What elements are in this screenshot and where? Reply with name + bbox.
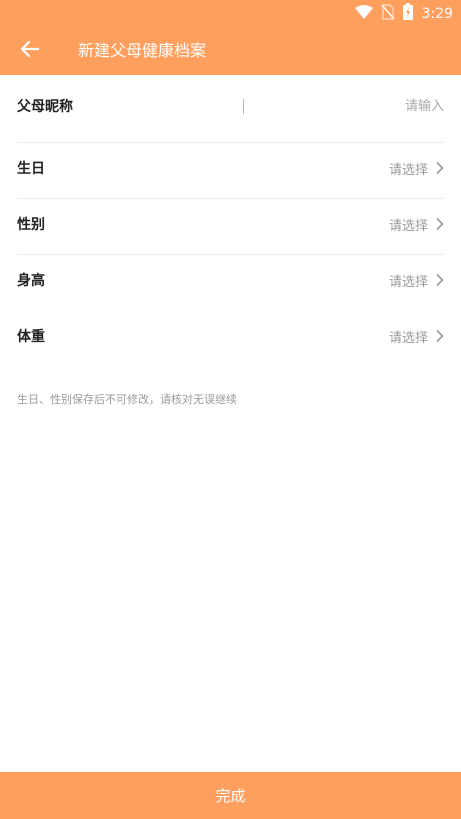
weight-label: 体重: [17, 329, 45, 345]
arrow-left-icon: [20, 39, 40, 63]
gender-row[interactable]: 性别 请选择: [17, 214, 444, 234]
birthday-value: 请选择: [388, 162, 428, 178]
height-value: 请选择: [388, 274, 428, 290]
wifi-icon: [354, 4, 373, 23]
submit-button[interactable]: 完成: [0, 772, 461, 819]
birthday-row[interactable]: 生日 请选择: [17, 158, 444, 178]
status-bar: 3:29: [0, 0, 461, 27]
height-row[interactable]: 身高 请选择: [17, 270, 444, 290]
birthday-picker: 请选择: [389, 159, 444, 178]
divider: [17, 254, 444, 255]
gender-value: 请选择: [388, 218, 428, 234]
nickname-label: 父母昵称: [17, 99, 73, 115]
battery-charging-icon: [402, 3, 413, 24]
page-title: 新建父母健康档案: [78, 41, 207, 60]
status-icons: 3:29: [354, 3, 453, 24]
chevron-right-icon: [436, 159, 444, 178]
birthday-label: 生日: [17, 161, 45, 177]
status-time: 3:29: [421, 5, 453, 22]
nickname-row: 父母昵称: [17, 96, 444, 116]
weight-row[interactable]: 体重 请选择: [17, 326, 444, 346]
back-button[interactable]: [16, 37, 44, 65]
divider: [17, 142, 444, 143]
chevron-right-icon: [436, 215, 444, 234]
divider: [17, 198, 444, 199]
nickname-input[interactable]: [243, 98, 444, 114]
height-label: 身高: [17, 273, 45, 289]
weight-value: 请选择: [388, 330, 428, 346]
gender-label: 性别: [17, 217, 45, 233]
app-bar: 新建父母健康档案: [0, 27, 461, 75]
no-sim-icon: [381, 3, 395, 24]
chevron-right-icon: [436, 327, 444, 346]
weight-picker: 请选择: [389, 327, 444, 346]
hint-text: 生日、性别保存后不可修改，请核对无误继续: [17, 393, 237, 406]
chevron-right-icon: [436, 271, 444, 290]
gender-picker: 请选择: [389, 215, 444, 234]
height-picker: 请选择: [389, 271, 444, 290]
